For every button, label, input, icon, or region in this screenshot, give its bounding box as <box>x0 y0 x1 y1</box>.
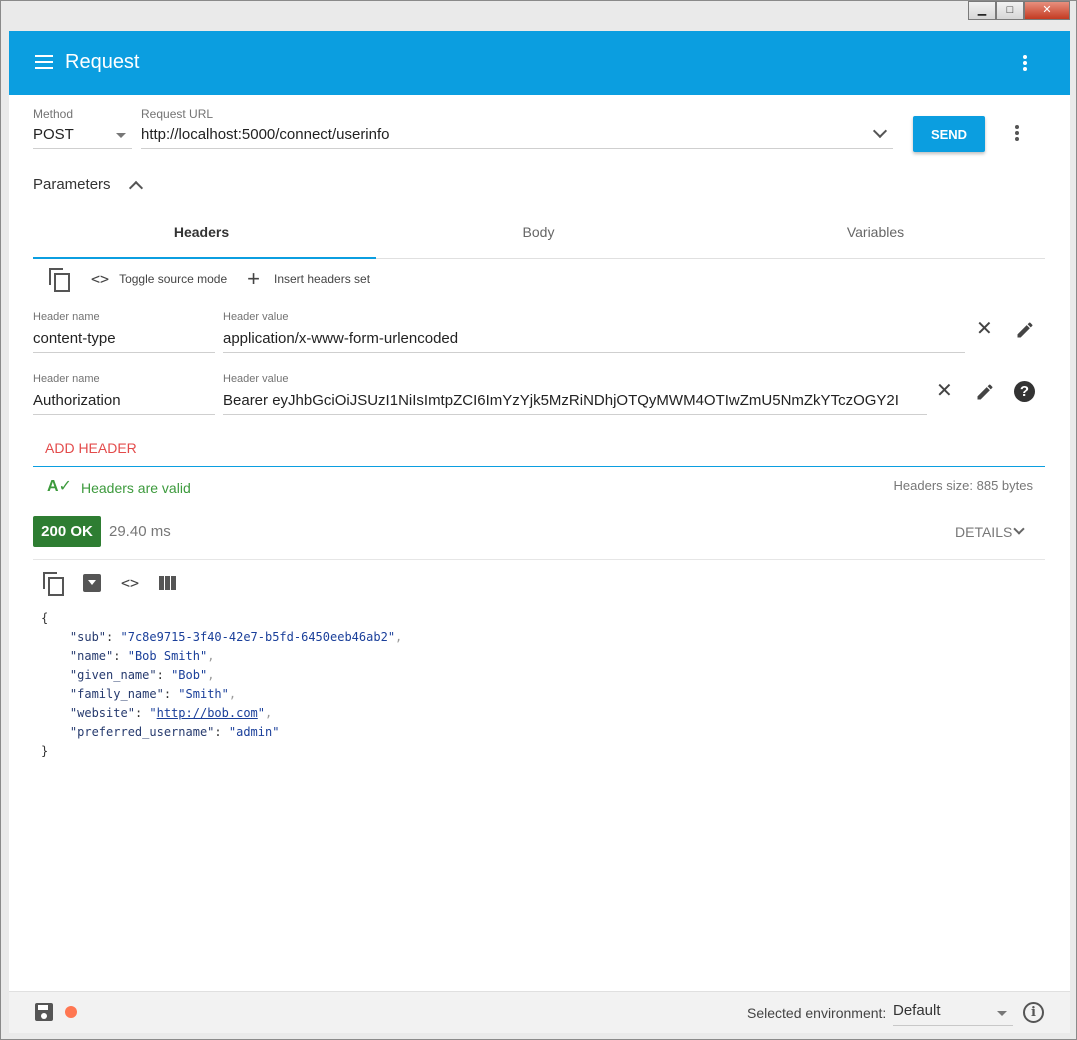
header-value-underline <box>223 414 927 415</box>
header-value-underline <box>223 352 965 353</box>
header-name-underline <box>33 352 215 353</box>
url-history-chevron-icon[interactable] <box>872 123 888 139</box>
headers-valid-text: Headers are valid <box>81 480 191 496</box>
parameters-label[interactable]: Parameters <box>33 176 111 193</box>
method-underline <box>33 148 132 149</box>
edit-header-icon[interactable] <box>975 382 995 402</box>
details-button[interactable]: DETAILS <box>955 524 1012 540</box>
chevron-down-icon[interactable] <box>1013 523 1025 535</box>
remove-header-icon[interactable]: ✕ <box>936 381 953 401</box>
json-line: "preferred_username": "admin" <box>69 725 280 739</box>
header-name-label: Header name <box>33 373 100 385</box>
json-brace: } <box>41 744 49 758</box>
method-dropdown-icon[interactable] <box>116 133 126 138</box>
help-icon[interactable]: ? <box>1014 381 1035 402</box>
url-label: Request URL <box>141 107 214 121</box>
parameter-tabs: Headers Body Variables <box>33 219 1045 259</box>
code-icon[interactable]: <> <box>91 270 109 288</box>
plus-icon[interactable]: + <box>247 268 260 290</box>
status-badge: 200 OK <box>33 516 101 547</box>
header-value-label: Header value <box>223 311 289 323</box>
menu-icon[interactable] <box>35 55 53 69</box>
response-toolbar: <> <box>43 571 177 596</box>
send-button[interactable]: SEND <box>913 116 985 152</box>
info-icon[interactable]: i <box>1023 1002 1044 1023</box>
header-name-label: Header name <box>33 311 100 323</box>
header-name-input[interactable]: Authorization <box>33 392 213 409</box>
copy-response-icon[interactable] <box>43 572 64 596</box>
json-line: "sub": "7c8e9715-3f40-42e7-b5fd-6450eeb4… <box>69 630 403 644</box>
environment-select[interactable]: Default <box>893 1002 1013 1026</box>
environment-dropdown-icon[interactable] <box>997 1011 1007 1016</box>
header-value-label: Header value <box>223 373 289 385</box>
active-tab-indicator <box>33 257 376 259</box>
close-window-button[interactable]: ✕ <box>1024 1 1070 20</box>
columns-view-icon[interactable] <box>159 576 177 590</box>
environment-value: Default <box>893 1002 941 1019</box>
json-line: "family_name": "Smith", <box>69 687 237 701</box>
save-icon[interactable] <box>35 1003 53 1021</box>
chevron-up-icon[interactable] <box>128 180 144 196</box>
json-line: "given_name": "Bob", <box>69 668 215 682</box>
header-name-input[interactable]: content-type <box>33 330 213 347</box>
app-bar: Request <box>9 31 1070 95</box>
request-more-icon[interactable] <box>1007 123 1027 143</box>
minimize-button[interactable]: ▁ <box>968 1 996 20</box>
json-line: "name": "Bob Smith", <box>69 649 215 663</box>
environment-label: Selected environment: <box>747 1005 887 1021</box>
add-header-button[interactable]: ADD HEADER <box>45 440 137 456</box>
headers-divider <box>33 466 1045 467</box>
method-select[interactable]: POST <box>33 126 74 143</box>
headers-toolbar: <> Toggle source mode + Insert headers s… <box>49 267 370 292</box>
website-link[interactable]: http://bob.com <box>157 706 258 720</box>
response-divider <box>33 559 1045 560</box>
headers-size-text: Headers size: 885 bytes <box>893 478 1033 493</box>
app-more-icon[interactable] <box>1015 53 1035 73</box>
code-view-icon[interactable]: <> <box>121 574 139 592</box>
tab-variables[interactable]: Variables <box>707 219 1044 259</box>
tab-body[interactable]: Body <box>370 219 707 259</box>
maximize-button[interactable]: □ <box>996 1 1024 20</box>
insert-headers-set-button[interactable]: Insert headers set <box>274 272 370 286</box>
status-bar: Selected environment: Default i <box>9 991 1070 1033</box>
app-client-area: Request Method POST Request URL http://l… <box>9 31 1070 1033</box>
window-controls: ▁ □ ✕ <box>968 1 1070 21</box>
save-response-icon[interactable] <box>83 574 101 592</box>
url-input[interactable]: http://localhost:5000/connect/userinfo <box>141 126 861 143</box>
method-label: Method <box>33 107 74 121</box>
copy-icon[interactable] <box>49 268 70 292</box>
url-underline <box>141 148 893 149</box>
json-brace: { <box>41 611 49 625</box>
header-value-input[interactable]: application/x-www-form-urlencoded <box>223 330 963 347</box>
unsaved-indicator <box>65 1006 77 1018</box>
page-title: Request <box>65 51 140 73</box>
app-window: ▁ □ ✕ Request Method POST Request URL ht… <box>0 0 1077 1040</box>
toggle-source-mode-button[interactable]: Toggle source mode <box>119 272 227 286</box>
response-time: 29.40 ms <box>109 523 171 540</box>
remove-header-icon[interactable]: ✕ <box>976 319 993 339</box>
spellcheck-icon: A✓ <box>47 478 72 495</box>
header-name-underline <box>33 414 215 415</box>
edit-header-icon[interactable] <box>1015 320 1035 340</box>
header-value-input[interactable]: Bearer eyJhbGciOiJSUzI1NiIsImtpZCI6ImYzY… <box>223 392 925 409</box>
tab-headers[interactable]: Headers <box>33 219 370 259</box>
json-line: "website": "http://bob.com", <box>69 706 273 720</box>
response-body: { "sub": "7c8e9715-3f40-42e7-b5fd-6450ee… <box>41 609 402 761</box>
